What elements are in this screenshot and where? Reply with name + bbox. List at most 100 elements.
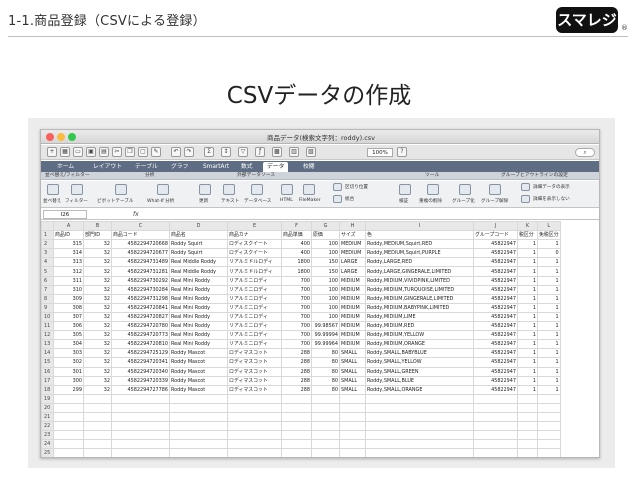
data-cell[interactable]: 310 bbox=[53, 284, 84, 295]
header-cell[interactable]: 免税区分 bbox=[537, 230, 561, 241]
column-header[interactable]: K bbox=[517, 220, 538, 232]
filemaker-button[interactable]: FileMaker bbox=[299, 198, 321, 203]
data-cell[interactable]: 4582294731298 bbox=[111, 293, 170, 304]
empty-cell[interactable] bbox=[365, 393, 474, 404]
data-cell[interactable]: ロディスクイート bbox=[227, 239, 282, 250]
formula-builder-icon[interactable]: ƒ bbox=[255, 147, 265, 157]
empty-cell[interactable] bbox=[517, 448, 538, 457]
column-header[interactable]: E bbox=[227, 220, 282, 232]
row-header[interactable]: 11 bbox=[41, 321, 54, 332]
data-cell[interactable]: 1 bbox=[517, 293, 538, 304]
data-cell[interactable]: Real Mini Roddy bbox=[169, 321, 228, 332]
column-header[interactable]: D bbox=[169, 220, 228, 232]
empty-cell[interactable] bbox=[365, 421, 474, 432]
empty-cell[interactable] bbox=[537, 402, 561, 413]
data-cell[interactable]: 1 bbox=[537, 339, 561, 350]
data-cell[interactable]: リアルミドルロディ bbox=[227, 257, 282, 268]
data-cell[interactable]: 4582294720340 bbox=[111, 366, 170, 377]
data-cell[interactable]: ロディマスコット bbox=[227, 366, 282, 377]
data-cell[interactable]: 80 bbox=[311, 375, 340, 386]
row-header[interactable]: 10 bbox=[41, 311, 54, 323]
data-cell[interactable]: 700 bbox=[281, 275, 312, 286]
data-cell[interactable]: 32 bbox=[83, 275, 112, 286]
data-cell[interactable]: 45822947 bbox=[473, 330, 518, 341]
empty-cell[interactable] bbox=[169, 393, 228, 404]
data-cell[interactable]: 1 bbox=[537, 257, 561, 268]
header-cell[interactable]: 商品ID bbox=[53, 230, 84, 241]
empty-cell[interactable] bbox=[111, 411, 170, 423]
data-cell[interactable]: 288 bbox=[281, 366, 312, 377]
data-cell[interactable]: 302 bbox=[53, 357, 84, 368]
data-cell[interactable]: 1 bbox=[517, 239, 538, 250]
data-cell[interactable]: ロディマスコット bbox=[227, 348, 282, 359]
data-cell[interactable]: 1 bbox=[537, 302, 561, 313]
row-header[interactable]: 3 bbox=[41, 248, 54, 259]
data-cell[interactable]: リアルミニロディ bbox=[227, 284, 282, 295]
data-cell[interactable]: 1 bbox=[517, 384, 538, 395]
data-cell[interactable]: MIDIUM bbox=[339, 293, 366, 304]
data-cell[interactable]: Real Mini Roddy bbox=[169, 275, 228, 286]
row-header[interactable]: 7 bbox=[41, 284, 54, 295]
empty-cell[interactable] bbox=[365, 439, 474, 450]
empty-cell[interactable] bbox=[111, 402, 170, 413]
data-cell[interactable]: 700 bbox=[281, 302, 312, 313]
data-cell[interactable]: 32 bbox=[83, 384, 112, 395]
data-cell[interactable]: 32 bbox=[83, 366, 112, 377]
data-cell[interactable]: 1 bbox=[517, 257, 538, 268]
copy-icon[interactable]: ❐ bbox=[125, 147, 135, 157]
data-cell[interactable]: 1 bbox=[537, 266, 561, 277]
empty-cell[interactable] bbox=[83, 448, 112, 457]
data-cell[interactable]: Roddy,LARGE,GINGERALE,LIMITED bbox=[365, 266, 474, 277]
data-cell[interactable]: Roddy Mascot bbox=[169, 384, 228, 395]
text-import-icon[interactable] bbox=[223, 184, 235, 195]
empty-cell[interactable] bbox=[83, 393, 112, 404]
sort-button-icon[interactable] bbox=[47, 184, 59, 195]
data-cell[interactable]: Roddy,MIDIUM,ORANGE bbox=[365, 339, 474, 350]
html-icon[interactable] bbox=[281, 184, 293, 195]
toolbox-icon[interactable]: ▥ bbox=[289, 147, 299, 157]
data-cell[interactable]: 32 bbox=[83, 321, 112, 332]
empty-cell[interactable] bbox=[281, 439, 312, 450]
row-header[interactable]: 6 bbox=[41, 275, 54, 286]
empty-cell[interactable] bbox=[53, 439, 84, 450]
show-detail-button[interactable]: 詳細データの表示 bbox=[533, 184, 570, 190]
data-cell[interactable]: 700 bbox=[281, 339, 312, 350]
data-cell[interactable]: 45822947 bbox=[473, 311, 518, 323]
data-cell[interactable]: 288 bbox=[281, 384, 312, 395]
row-header[interactable]: 9 bbox=[41, 302, 54, 313]
empty-cell[interactable] bbox=[169, 439, 228, 450]
empty-cell[interactable] bbox=[83, 402, 112, 413]
empty-cell[interactable] bbox=[281, 421, 312, 432]
data-cell[interactable]: 1 bbox=[537, 384, 561, 395]
text-import-button[interactable]: テキスト bbox=[221, 198, 239, 204]
data-cell[interactable]: 32 bbox=[83, 311, 112, 323]
empty-cell[interactable] bbox=[517, 421, 538, 432]
data-cell[interactable]: Real Mini Roddy bbox=[169, 284, 228, 295]
row-header[interactable]: 12 bbox=[41, 330, 54, 341]
show-detail-icon[interactable] bbox=[521, 183, 530, 191]
empty-cell[interactable] bbox=[53, 430, 84, 441]
data-cell[interactable]: 45822947 bbox=[473, 321, 518, 332]
data-cell[interactable]: 400 bbox=[281, 239, 312, 250]
data-cell[interactable]: 100 bbox=[311, 248, 340, 259]
database-button[interactable]: データベース bbox=[244, 198, 271, 204]
data-cell[interactable]: 4582294720339 bbox=[111, 375, 170, 386]
data-cell[interactable]: 1 bbox=[517, 311, 538, 323]
data-cell[interactable]: リアルミニロディ bbox=[227, 339, 282, 350]
empty-cell[interactable] bbox=[473, 402, 518, 413]
data-cell[interactable]: 99.99964 bbox=[311, 339, 340, 350]
column-header[interactable]: L bbox=[537, 220, 561, 232]
empty-cell[interactable] bbox=[111, 393, 170, 404]
empty-cell[interactable] bbox=[281, 430, 312, 441]
column-header[interactable]: H bbox=[339, 220, 366, 232]
data-cell[interactable]: Roddy,MEDIUM,Squirt,RED bbox=[365, 239, 474, 250]
data-cell[interactable]: 4582294720810 bbox=[111, 339, 170, 350]
empty-cell[interactable] bbox=[339, 411, 366, 423]
data-cell[interactable]: MIDIUM bbox=[339, 330, 366, 341]
data-cell[interactable]: 1 bbox=[537, 311, 561, 323]
data-cell[interactable]: MIDIUM bbox=[339, 339, 366, 350]
tab-data[interactable]: データ bbox=[263, 162, 289, 172]
empty-cell[interactable] bbox=[311, 411, 340, 423]
help-icon[interactable]: ? bbox=[397, 147, 407, 157]
data-cell[interactable]: SMALL bbox=[339, 366, 366, 377]
